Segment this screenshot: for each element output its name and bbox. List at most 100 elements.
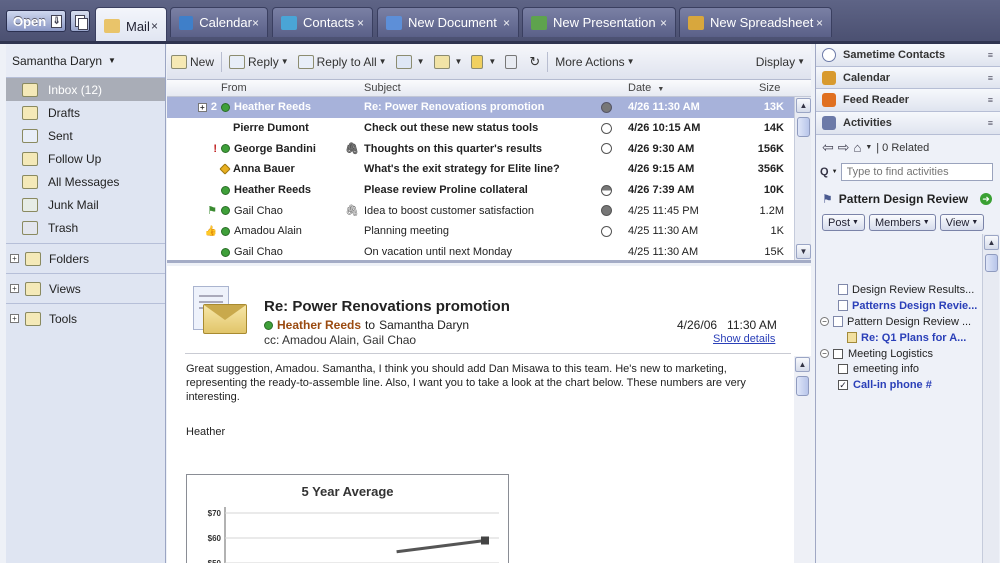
- collapse-icon[interactable]: −: [820, 317, 829, 327]
- panel-menu-icon[interactable]: ≡: [988, 50, 993, 60]
- chevron-down-icon[interactable]: ▼: [865, 144, 872, 151]
- reading-pane-scrollbar[interactable]: ▲: [794, 356, 811, 563]
- tree-item[interactable]: ✓ Call-in phone #: [820, 377, 984, 393]
- sidebar-item-follow-up[interactable]: Follow Up: [6, 147, 165, 170]
- nav-section-folders[interactable]: + Folders: [6, 243, 165, 273]
- follow-up-button[interactable]: ▼: [471, 54, 496, 69]
- tab-contacts[interactable]: Contacts ×: [272, 7, 373, 37]
- all-messages-icon: [22, 174, 38, 189]
- scroll-thumb[interactable]: [985, 254, 998, 272]
- sidebar-item-drafts[interactable]: Drafts: [6, 101, 165, 124]
- tab-calendar[interactable]: Calendar ×: [170, 7, 268, 37]
- panel-title: Feed Reader: [843, 94, 910, 107]
- chevron-down-icon[interactable]: ▼: [832, 169, 838, 175]
- checkbox-icon[interactable]: [833, 348, 843, 359]
- table-row[interactable]: 👍 Amadou Alain Planning meeting 4/25 11:30 …: [167, 221, 811, 242]
- table-row[interactable]: Heather Reeds Please review Proline colla…: [167, 180, 811, 201]
- size-column-header[interactable]: Size: [759, 82, 780, 94]
- tree-item[interactable]: Re: Q1 Plans for A...: [820, 330, 984, 346]
- from-column-header[interactable]: From: [221, 82, 247, 94]
- close-icon[interactable]: ×: [252, 16, 259, 30]
- nav-section-tools[interactable]: + Tools: [6, 303, 165, 333]
- checkbox-checked-icon[interactable]: ✓: [838, 380, 848, 391]
- tab-mail[interactable]: Mail ×: [95, 7, 167, 44]
- table-row[interactable]: Anna Bauer What's the exit strategy for E…: [167, 159, 811, 180]
- scroll-thumb[interactable]: [797, 117, 810, 137]
- table-row[interactable]: Gail Chao On vacation until next Monday 4/…: [167, 242, 811, 260]
- tab-new-spreadsheet[interactable]: New Spreadsheet ×: [679, 7, 832, 37]
- table-row[interactable]: Pierre Dumont Check out these new status …: [167, 118, 811, 139]
- open-button[interactable]: Open ⇩: [6, 10, 66, 32]
- panel-menu-icon[interactable]: ≡: [988, 73, 993, 83]
- table-row[interactable]: ⚑ Gail Chao 🖇 Idea to boost customer satisf…: [167, 200, 811, 221]
- close-icon[interactable]: ×: [503, 16, 510, 30]
- new-button[interactable]: New: [171, 54, 214, 69]
- activity-search-input[interactable]: [840, 162, 993, 181]
- panel-feed-reader[interactable]: Feed Reader ≡: [816, 89, 1000, 113]
- sidebar-item-junk-mail[interactable]: Junk Mail: [6, 193, 165, 216]
- sidebar-item-trash[interactable]: Trash: [6, 216, 165, 239]
- forward-arrow-icon[interactable]: ⇨: [838, 139, 850, 156]
- activity-title[interactable]: Pattern Design Review: [839, 192, 968, 206]
- display-button[interactable]: Display ▼: [756, 55, 805, 69]
- scroll-up-button[interactable]: ▲: [796, 98, 811, 113]
- more-actions-button[interactable]: More Actions ▼: [555, 55, 634, 69]
- tree-item[interactable]: emeeting info: [820, 361, 984, 377]
- refresh-button[interactable]: ↻: [529, 54, 540, 70]
- expand-icon[interactable]: +: [10, 314, 19, 323]
- user-menu[interactable]: Samantha Daryn ▼: [6, 44, 165, 78]
- panel-activities[interactable]: Activities ≡: [816, 112, 1000, 135]
- close-icon[interactable]: ×: [660, 16, 667, 30]
- activity-tree-scrollbar[interactable]: ▲: [982, 234, 999, 563]
- table-row[interactable]: ! George Bandini 🖇 Thoughts on this quarter…: [167, 138, 811, 159]
- new-window-button[interactable]: [70, 10, 90, 32]
- view-button[interactable]: View ▼: [939, 214, 985, 232]
- forward-button[interactable]: ▼: [395, 54, 425, 69]
- sidebar-item-all-messages[interactable]: All Messages: [6, 170, 165, 193]
- checkbox-icon[interactable]: [838, 364, 848, 375]
- sidebar-item-inbox[interactable]: Inbox (12): [6, 78, 165, 101]
- back-arrow-icon[interactable]: ⇦: [822, 139, 834, 156]
- tab-new-presentation[interactable]: New Presentation ×: [522, 7, 676, 37]
- sender-name[interactable]: Heather Reeds: [277, 318, 361, 332]
- scroll-thumb[interactable]: [796, 376, 809, 396]
- reply-all-button[interactable]: Reply to All ▼: [297, 54, 387, 69]
- panel-sametime-contacts[interactable]: Sametime Contacts ≡: [816, 44, 1000, 67]
- tree-item[interactable]: Design Review Results...: [820, 282, 984, 298]
- panel-menu-icon[interactable]: ≡: [988, 118, 993, 128]
- message-list-scrollbar[interactable]: ▲ ▼: [794, 97, 811, 260]
- subject-column-header[interactable]: Subject: [364, 82, 401, 94]
- close-icon[interactable]: ×: [816, 16, 823, 30]
- panel-menu-icon[interactable]: ≡: [988, 95, 993, 105]
- reply-button[interactable]: Reply ▼: [229, 54, 289, 69]
- recipient-name[interactable]: Samantha Daryn: [379, 318, 469, 332]
- scroll-up-button[interactable]: ▲: [795, 357, 810, 372]
- expand-icon[interactable]: +: [10, 254, 19, 263]
- go-arrow-icon[interactable]: ➜: [980, 192, 992, 205]
- expand-icon[interactable]: +: [10, 284, 19, 293]
- tree-item[interactable]: − Meeting Logistics: [820, 346, 984, 362]
- close-icon[interactable]: ×: [357, 16, 364, 30]
- collapse-icon[interactable]: −: [820, 349, 829, 358]
- read-status-cell: [599, 122, 613, 134]
- sidebar-item-sent[interactable]: Sent: [6, 124, 165, 147]
- nav-section-views[interactable]: + Views: [6, 273, 165, 303]
- tools-icon: [25, 311, 41, 326]
- panel-calendar[interactable]: Calendar ≡: [816, 66, 1000, 90]
- post-button[interactable]: Post ▼: [822, 214, 865, 232]
- date-column-header[interactable]: Date ▼: [628, 82, 664, 94]
- search-icon[interactable]: Q: [820, 166, 829, 178]
- close-icon[interactable]: ×: [151, 19, 158, 33]
- members-button[interactable]: Members ▼: [868, 214, 936, 232]
- tab-new-document[interactable]: New Document ×: [377, 7, 519, 37]
- scroll-up-button[interactable]: ▲: [984, 235, 999, 250]
- table-row[interactable]: +2 Heather Reeds Re: Power Renovations pro…: [167, 97, 811, 118]
- tree-item[interactable]: Patterns Design Revie...: [820, 298, 984, 314]
- tree-item[interactable]: − Pattern Design Review ...: [820, 314, 984, 330]
- move-to-folder-button[interactable]: ▼: [433, 54, 462, 69]
- home-icon[interactable]: ⌂: [853, 140, 861, 155]
- scroll-down-button[interactable]: ▼: [796, 244, 811, 259]
- delete-button[interactable]: [505, 54, 520, 69]
- expand-thread-icon[interactable]: +: [197, 102, 207, 112]
- show-details-link[interactable]: Show details: [713, 333, 775, 345]
